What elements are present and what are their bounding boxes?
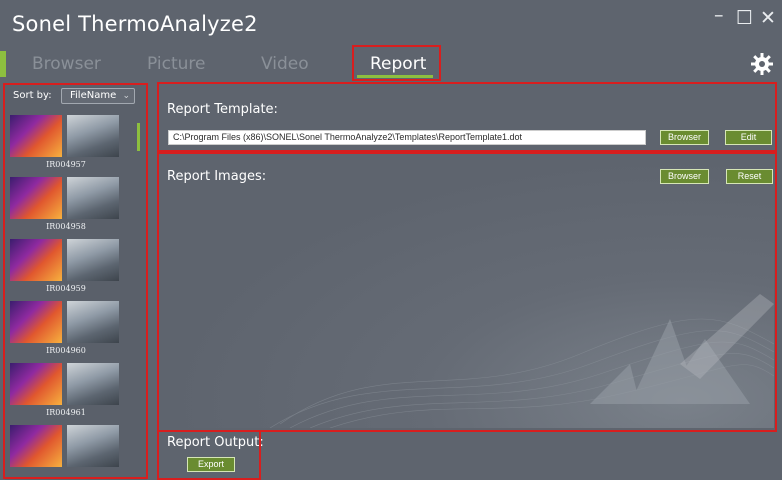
gear-icon[interactable]	[750, 52, 774, 76]
tab-video[interactable]: Video	[261, 54, 309, 74]
report-tab-highlight	[352, 45, 441, 81]
app-window: Sonel ThermoAnalyze2 – ☐ ✕ Browser Pictu…	[0, 0, 782, 480]
report-output-highlight	[157, 430, 261, 480]
minimize-button[interactable]: –	[714, 5, 724, 25]
tab-picture[interactable]: Picture	[147, 54, 205, 74]
maximize-button[interactable]: ☐	[736, 8, 753, 28]
sidebar-highlight	[3, 83, 148, 479]
title-bar: Sonel ThermoAnalyze2 – ☐ ✕	[0, 0, 782, 46]
app-title: Sonel ThermoAnalyze2	[12, 12, 258, 36]
report-template-highlight	[157, 82, 777, 152]
report-images-highlight	[157, 152, 777, 432]
tab-browser[interactable]: Browser	[32, 54, 101, 74]
close-button[interactable]: ✕	[760, 8, 776, 28]
